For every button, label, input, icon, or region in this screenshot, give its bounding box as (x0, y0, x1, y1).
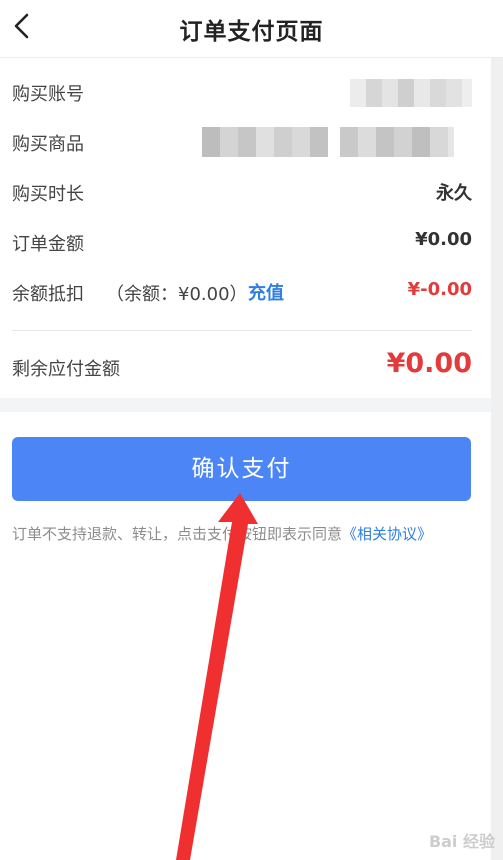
order-amount-label: 订单金额 (12, 234, 84, 255)
order-payment-page: 订单支付页面 购买账号 购买商品 购买时长 永久 订单金额 ¥0.00 余额抵扣… (0, 0, 503, 860)
agreement-notice: 订单不支持退款、转让，点击支付按钮即表示同意《相关协议》 (12, 523, 472, 545)
header-bar: 订单支付页面 (0, 0, 503, 58)
confirm-payment-button[interactable]: 确认支付 (12, 437, 471, 501)
row-duration: 购买时长 永久 (12, 177, 472, 207)
account-value-pixelated (350, 79, 472, 107)
product-value-pixelated (202, 127, 472, 157)
row-product: 购买商品 (12, 127, 472, 157)
recharge-link[interactable]: 充值 (248, 279, 284, 305)
row-order-amount: 订单金额 ¥0.00 (12, 227, 472, 257)
watermark: Bai 经验 (428, 832, 495, 851)
remaining-amount-label: 剩余应付金额 (12, 359, 120, 380)
row-balance-deduction: 余额抵扣 （余额：¥0.00） 充值 ¥-0.00 (12, 277, 472, 307)
duration-label: 购买时长 (12, 184, 84, 205)
order-amount-value: ¥0.00 (415, 229, 472, 250)
header-divider (0, 57, 503, 58)
agreement-notice-text: 订单不支持退款、转让，点击支付按钮即表示同意 (12, 525, 343, 543)
product-label: 购买商品 (12, 134, 84, 155)
row-remaining-amount: 剩余应付金额 ¥0.00 (12, 348, 472, 382)
page-title: 订单支付页面 (179, 19, 324, 45)
duration-value: 永久 (436, 183, 472, 204)
row-account: 购买账号 (12, 77, 472, 107)
agreement-link[interactable]: 《相关协议》 (342, 525, 432, 543)
summary-divider (12, 330, 472, 331)
section-separator (0, 398, 491, 412)
balance-deduction-label: 余额抵扣 (12, 284, 84, 305)
balance-note: （余额：¥0.00） (106, 284, 248, 305)
side-strip (491, 58, 503, 860)
remaining-amount-value: ¥0.00 (386, 348, 472, 379)
account-label: 购买账号 (12, 84, 84, 105)
balance-deduction-value: ¥-0.00 (407, 279, 472, 300)
